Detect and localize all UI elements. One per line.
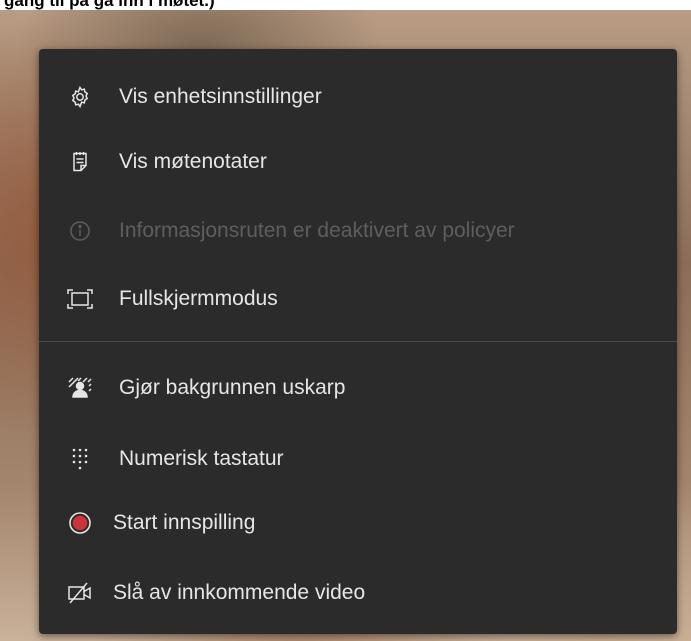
- gear-icon: [67, 84, 93, 110]
- menu-item-label: Numerisk tastatur: [119, 447, 284, 470]
- menu-item-label: Informasjonsruten er deaktivert av polic…: [119, 219, 515, 242]
- menu-item-device-settings[interactable]: Vis enhetsinnstillinger: [39, 69, 677, 125]
- fullscreen-icon: [67, 286, 93, 312]
- screenshot: gang til på gå inn i møtet.) Vis enhetsi…: [0, 0, 691, 641]
- menu-item-turn-off-incoming-video[interactable]: Slå av innkommende video: [39, 565, 677, 621]
- menu-item-meeting-notes[interactable]: Vis møtenotater: [39, 134, 677, 190]
- menu-item-start-recording[interactable]: Start innspilling: [39, 495, 677, 551]
- more-actions-menu: Vis enhetsinnstillinger Vis møtenotater: [39, 49, 677, 634]
- menu-divider: [39, 341, 677, 342]
- menu-item-fullscreen[interactable]: Fullskjermmodus: [39, 271, 677, 327]
- menu-item-label: Vis møtenotater: [119, 150, 267, 173]
- menu-item-label: Slå av innkommende video: [113, 581, 366, 604]
- record-icon: [67, 510, 93, 536]
- menu-item-label: Start innspilling: [113, 511, 256, 534]
- info-icon: [67, 218, 93, 244]
- dialpad-icon: [67, 446, 93, 472]
- menu-item-label: Vis enhetsinnstillinger: [119, 85, 322, 108]
- notes-icon: [67, 149, 93, 175]
- menu-item-label: Fullskjermmodus: [119, 287, 278, 310]
- menu-item-dialpad[interactable]: Numerisk tastatur: [39, 431, 677, 487]
- menu-item-label: Gjør bakgrunnen uskarp: [119, 376, 346, 399]
- blur-background-icon: [67, 375, 93, 401]
- menu-item-blur-background[interactable]: Gjør bakgrunnen uskarp: [39, 360, 677, 416]
- video-off-icon: [67, 580, 93, 606]
- menu-item-info-pane-disabled: Informasjonsruten er deaktivert av polic…: [39, 203, 677, 259]
